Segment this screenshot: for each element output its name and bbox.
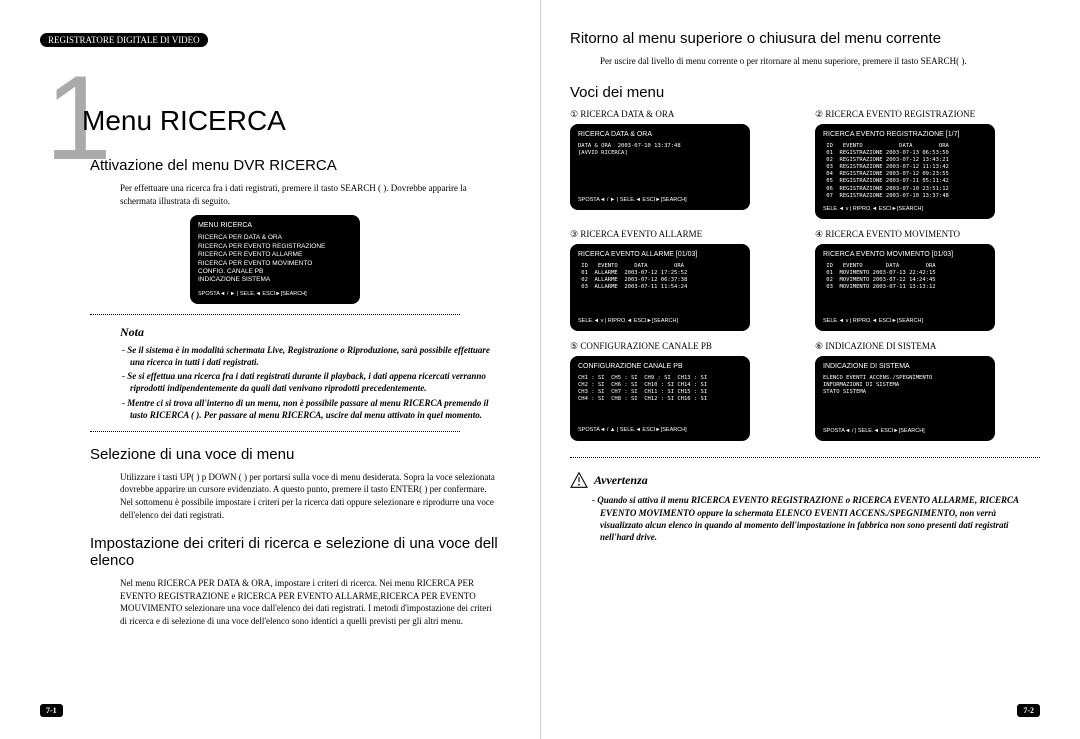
cell-label: ③ RICERCA EVENTO ALLARME bbox=[570, 229, 795, 240]
grid-cell: ③ RICERCA EVENTO ALLARME RICERCA EVENTO … bbox=[570, 229, 795, 331]
right-section-2-heading: Voci dei menu bbox=[570, 84, 1040, 101]
screen-line: RICERCA PER EVENTO REGISTRAZIONE bbox=[198, 243, 352, 251]
left-page: REGISTRATORE DIGITALE DI VIDEO 1 Menu RI… bbox=[10, 30, 540, 729]
right-page: Ritorno al menu superiore o chiusura del… bbox=[540, 30, 1070, 729]
screen-title: MENU RICERCA bbox=[198, 221, 352, 230]
page-number-left: 7-1 bbox=[40, 704, 63, 717]
screen-main-menu: MENU RICERCA RICERCA PER DATA & ORA RICE… bbox=[190, 215, 360, 304]
section-2-heading: Selezione di una voce di menu bbox=[90, 446, 510, 463]
warning-title: Avvertenza bbox=[594, 473, 648, 488]
screens-grid: ① RICERCA DATA & ORA RICERCA DATA & ORA … bbox=[570, 109, 1040, 442]
header-tab: REGISTRATORE DIGITALE DI VIDEO bbox=[40, 33, 208, 47]
grid-cell: ① RICERCA DATA & ORA RICERCA DATA & ORA … bbox=[570, 109, 795, 219]
screen-sistema: INDICAZIONE DI SISTEMA ELENCO EVENTI ACC… bbox=[815, 356, 995, 442]
right-section-1-text: Per uscire dal livello di menu corrente … bbox=[600, 55, 1030, 68]
screen-line: RICERCA PER DATA & ORA bbox=[198, 234, 352, 242]
section-2-text: Utilizzare i tasti UP( ) p DOWN ( ) per … bbox=[120, 471, 500, 521]
nota-item: - Se si effettua una ricerca fra i dati … bbox=[130, 370, 490, 394]
section-1-heading: Attivazione del menu DVR RICERCA bbox=[90, 157, 510, 174]
right-section-1-heading: Ritorno al menu superiore o chiusura del… bbox=[570, 30, 1040, 47]
cell-label: ① RICERCA DATA & ORA bbox=[570, 109, 795, 120]
screen-line: RICERCA PER EVENTO MOVIMENTO bbox=[198, 260, 352, 268]
nota-item: - Se il sistema è in modalità schermata … bbox=[130, 344, 490, 368]
screen-movimento: RICERCA EVENTO MOVIMENTO [01/03] ID EVEN… bbox=[815, 244, 995, 331]
cell-label: ⑥ INDICAZIONE DI SISTEMA bbox=[815, 341, 1040, 352]
grid-cell: ④ RICERCA EVENTO MOVIMENTO RICERCA EVENT… bbox=[815, 229, 1040, 331]
page-number-right: 7-2 bbox=[1017, 704, 1040, 717]
grid-cell: ② RICERCA EVENTO REGISTRAZIONE RICERCA E… bbox=[815, 109, 1040, 219]
cell-label: ② RICERCA EVENTO REGISTRAZIONE bbox=[815, 109, 1040, 120]
page-title: Menu RICERCA bbox=[82, 105, 510, 137]
screen-line: CONFIG. CANALE PB bbox=[198, 268, 352, 276]
grid-cell: ⑤ CONFIGURAZIONE CANALE PB CONFIGURAZION… bbox=[570, 341, 795, 442]
grid-cell: ⑥ INDICAZIONE DI SISTEMA INDICAZIONE DI … bbox=[815, 341, 1040, 442]
dotted-rule bbox=[90, 431, 460, 432]
screen-footer: SPOSTA◄ / ► | SELE.◄ ESCI►[SEARCH] bbox=[198, 291, 352, 298]
nota-title: Nota bbox=[120, 325, 510, 340]
screen-line: INDICAZIONE SISTEMA bbox=[198, 276, 352, 284]
section-3-text: Nel menu RICERCA PER DATA & ORA, imposta… bbox=[120, 577, 500, 627]
screen-data-ora: RICERCA DATA & ORA DATA & ORA 2003-07-10… bbox=[570, 124, 750, 211]
cell-label: ⑤ CONFIGURAZIONE CANALE PB bbox=[570, 341, 795, 352]
section-3-heading: Impostazione dei criteri di ricerca e se… bbox=[90, 535, 510, 569]
manual-spread: REGISTRATORE DIGITALE DI VIDEO 1 Menu RI… bbox=[0, 0, 1080, 739]
dotted-rule bbox=[570, 457, 1040, 458]
nota-item: - Mentre ci si trova all'interno di un m… bbox=[130, 397, 490, 421]
screen-canale-pb: CONFIGURAZIONE CANALE PB CH1 : SI CH5 : … bbox=[570, 356, 750, 441]
screen-registrazione: RICERCA EVENTO REGISTRAZIONE [1/7] ID EV… bbox=[815, 124, 995, 219]
section-1-text: Per effettuare una ricerca fra i dati re… bbox=[120, 182, 500, 207]
warning-text: - Quando si attiva il menu RICERCA EVENT… bbox=[600, 494, 1030, 543]
cell-label: ④ RICERCA EVENTO MOVIMENTO bbox=[815, 229, 1040, 240]
dotted-rule bbox=[90, 314, 460, 315]
screen-line: RICERCA PER EVENTO ALLARME bbox=[198, 251, 352, 259]
warning-header: Avvertenza bbox=[570, 472, 1040, 488]
screen-allarme: RICERCA EVENTO ALLARME [01/03] ID EVENTO… bbox=[570, 244, 750, 331]
warning-icon bbox=[570, 472, 588, 488]
